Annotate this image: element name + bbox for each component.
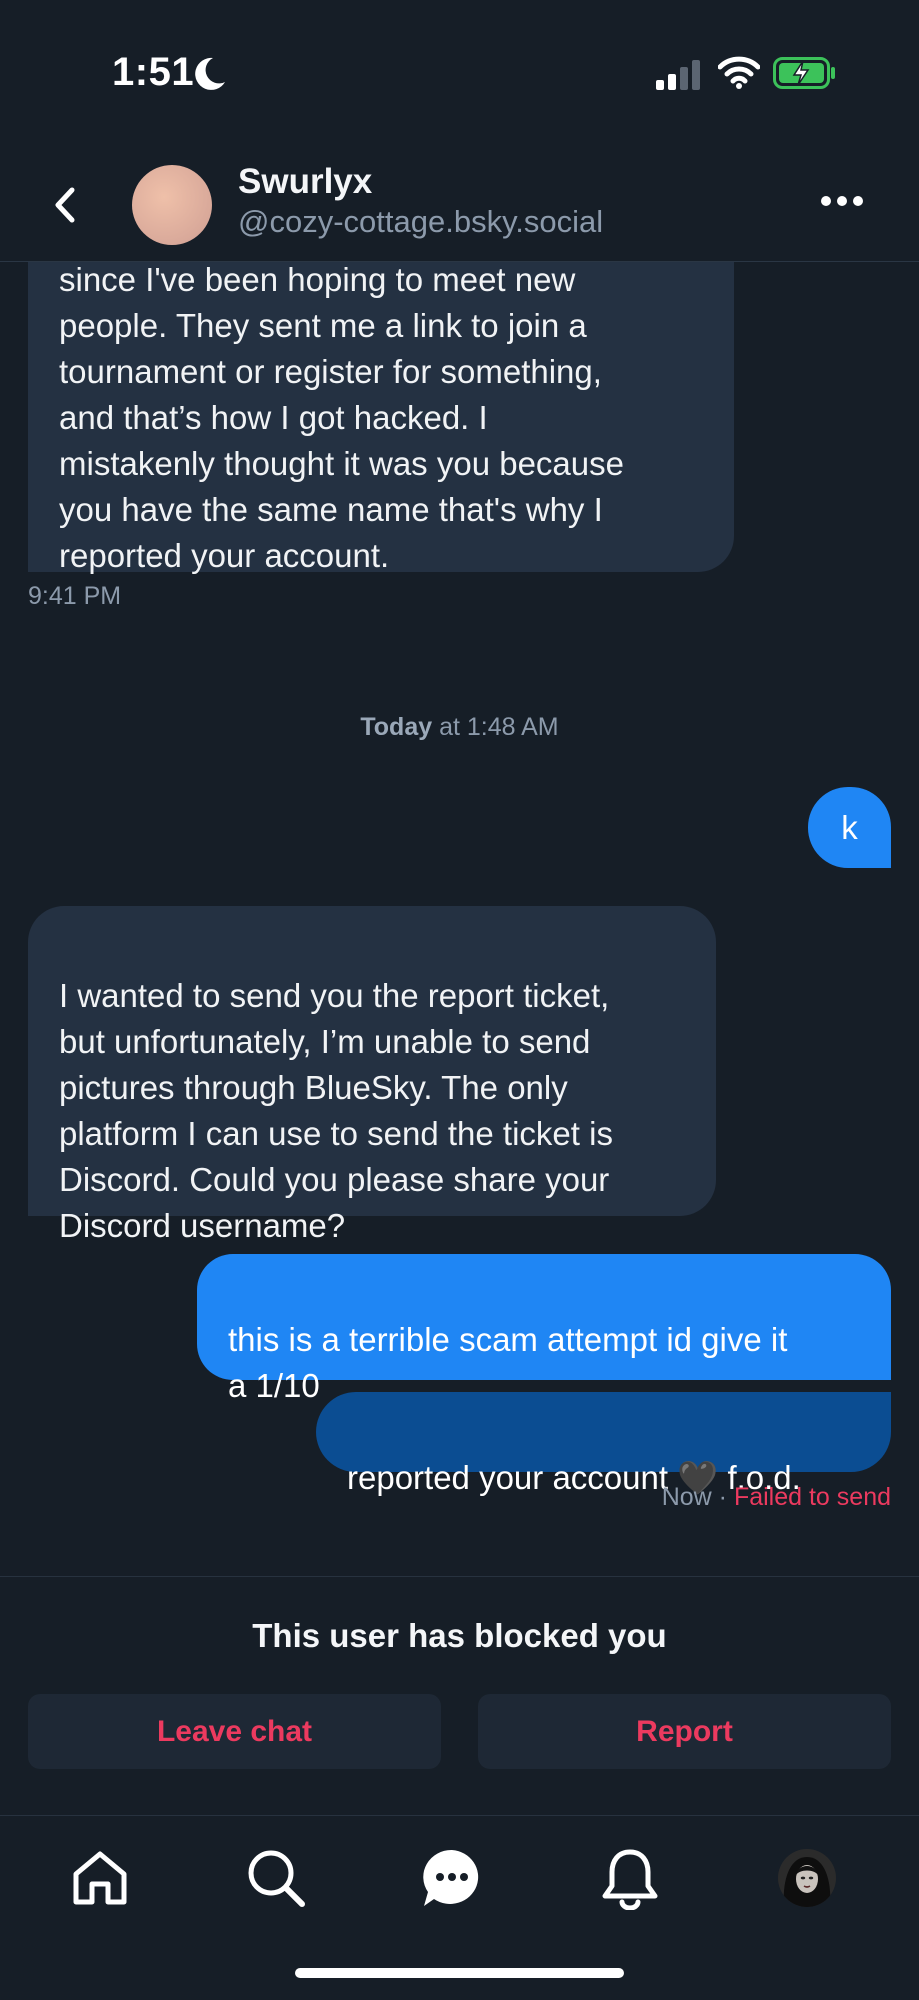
home-indicator [295,1968,624,1978]
message-bubble-incoming[interactable]: since I've been hoping to meet new peopl… [28,232,734,574]
chat-header: Swurlyx @cozy-cottage.bsky.social [0,150,919,262]
report-button[interactable]: Report [478,1694,891,1769]
chat-icon[interactable] [420,1846,484,1910]
message-bubble-incoming[interactable]: I wanted to send you the report ticket, … [28,906,716,1244]
blocked-notice: This user has blocked you Leave chat Rep… [0,1576,919,1816]
peer-display-name[interactable]: Swurlyx [238,162,372,202]
message-text: since I've been hoping to meet new peopl… [59,261,624,574]
back-arrow-icon[interactable] [44,180,88,230]
message-text: k [841,808,858,846]
day-separator-time: at 1:48 AM [439,713,559,741]
message-send-status: Now · Failed to send [662,1483,891,1512]
status-bar: 1:51 [0,0,919,150]
moon-icon [195,57,225,90]
message-bubble-outgoing[interactable]: this is a terrible scam attempt id give … [197,1254,891,1404]
battery-charging-icon [773,57,835,89]
home-icon[interactable] [68,1846,132,1910]
day-separator-day: Today [360,713,433,741]
more-options-icon[interactable] [820,194,864,208]
profile-avatar[interactable] [778,1849,836,1907]
failed-to-send-label: Failed to send [733,1483,891,1511]
message-send-time: Now [661,1483,712,1511]
message-timestamp: 9:41 PM [28,582,122,610]
message-bubble-pending[interactable]: reported your account 🖤 f.o.d. [316,1392,891,1496]
cellular-signal-icon [656,60,700,90]
wifi-icon [718,56,760,89]
search-icon[interactable] [244,1846,308,1910]
status-separator: · [718,1483,727,1511]
message-bubble-outgoing[interactable]: k [808,787,891,868]
peer-handle[interactable]: @cozy-cottage.bsky.social [238,204,603,240]
day-separator: Today at 1:48 AM [0,713,919,742]
status-time: 1:51 [112,50,195,94]
leave-chat-button[interactable]: Leave chat [28,1694,441,1769]
peer-avatar[interactable] [132,165,212,245]
message-text: I wanted to send you the report ticket, … [59,977,613,1244]
blocked-title: This user has blocked you [252,1617,667,1654]
notifications-bell-icon[interactable] [598,1846,662,1910]
